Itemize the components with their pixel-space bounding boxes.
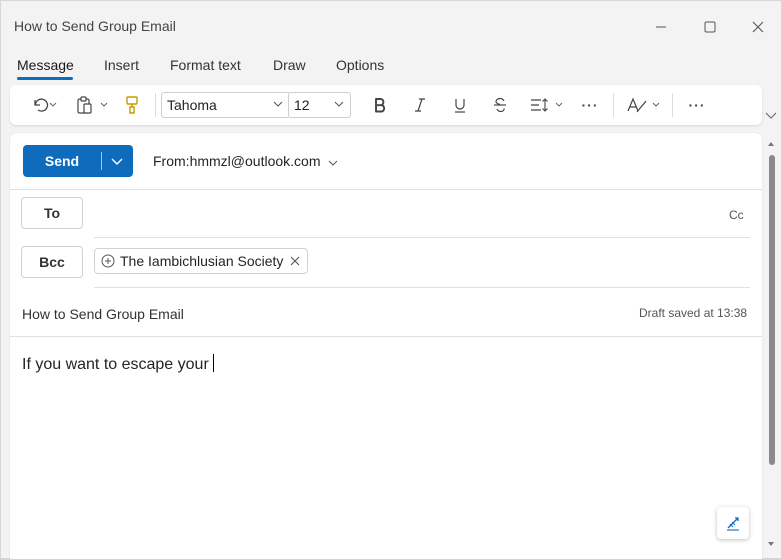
toolbar-separator	[613, 93, 614, 117]
more-commands-button[interactable]: ···	[684, 85, 710, 125]
scrollbar-thumb[interactable]	[769, 155, 775, 465]
chevron-down-icon[interactable]	[328, 158, 338, 168]
close-icon	[752, 21, 764, 33]
scroll-up-icon[interactable]	[766, 139, 776, 149]
from-selector[interactable]: From:hmmzl@outlook.com	[153, 153, 320, 169]
to-button[interactable]: To	[21, 197, 83, 229]
recipient-name: The Iambichlusian Society	[120, 253, 284, 269]
more-icon: ···	[688, 97, 706, 113]
send-split-divider	[101, 152, 102, 170]
subject-field[interactable]: How to Send Group Email	[22, 306, 184, 322]
maximize-button[interactable]	[698, 15, 722, 39]
tab-draw[interactable]: Draw	[273, 57, 306, 73]
chevron-down-icon	[334, 101, 344, 107]
styles-button[interactable]	[622, 85, 666, 125]
line-spacing-button[interactable]	[525, 85, 569, 125]
signature-icon	[727, 517, 739, 531]
tab-options[interactable]: Options	[336, 57, 384, 73]
compose-pane: Send From:hmmzl@outlook.com To Cc Bcc Th…	[10, 133, 762, 559]
bcc-button[interactable]: Bcc	[21, 246, 83, 278]
paste-icon	[77, 96, 108, 114]
scroll-down-icon[interactable]	[766, 539, 776, 549]
remove-icon[interactable]	[289, 255, 301, 267]
ribbon-tabs: Message Insert Format text Draw Options	[1, 51, 781, 81]
italic-icon	[415, 98, 425, 112]
chevron-down-icon[interactable]	[109, 153, 125, 169]
title-bar: How to Send Group Email	[1, 1, 781, 49]
undo-icon	[34, 98, 57, 112]
undo-button[interactable]	[24, 85, 64, 125]
font-family-value: Tahoma	[167, 97, 217, 113]
tab-format-text[interactable]: Format text	[170, 57, 241, 73]
strikethrough-icon	[494, 97, 506, 113]
more-icon: ···	[581, 97, 599, 113]
minimize-icon	[656, 26, 666, 28]
formatting-toolbar: Tahoma 12 ··· ···	[10, 85, 762, 125]
divider	[94, 287, 750, 288]
app-window: How to Send Group Email Message Insert F…	[0, 0, 782, 559]
font-size-value: 12	[294, 97, 310, 113]
maximize-icon	[704, 21, 716, 33]
divider	[10, 336, 762, 337]
divider	[10, 189, 762, 190]
toolbar-separator	[672, 93, 673, 117]
italic-button[interactable]	[407, 85, 433, 125]
message-body[interactable]: If you want to escape your	[22, 354, 214, 374]
chevron-down-icon	[273, 101, 283, 107]
from-address: hmmzl@outlook.com	[189, 153, 321, 169]
window-title: How to Send Group Email	[14, 18, 176, 34]
format-painter-button[interactable]	[120, 85, 144, 125]
from-label: From:	[153, 153, 190, 169]
cc-button[interactable]: Cc	[729, 208, 744, 222]
recipient-chip[interactable]: The Iambichlusian Society	[94, 248, 309, 274]
signature-button[interactable]	[717, 507, 749, 539]
close-button[interactable]	[746, 15, 770, 39]
add-contact-icon[interactable]	[101, 254, 115, 268]
font-size-select[interactable]: 12	[288, 92, 351, 118]
underline-button[interactable]	[447, 85, 473, 125]
styles-icon	[627, 97, 660, 113]
send-button[interactable]: Send	[23, 145, 133, 177]
draft-status: Draft saved at 13:38	[639, 306, 748, 320]
bold-icon	[375, 98, 386, 113]
tab-message[interactable]: Message	[17, 57, 74, 73]
bold-button[interactable]	[367, 85, 393, 125]
line-spacing-icon	[531, 98, 563, 112]
active-tab-indicator	[17, 77, 73, 80]
divider	[94, 237, 750, 238]
paste-button[interactable]	[72, 85, 112, 125]
minimize-button[interactable]	[649, 15, 673, 39]
more-options-button[interactable]: ···	[577, 85, 603, 125]
underline-icon	[455, 98, 465, 113]
format-painter-icon	[126, 96, 138, 114]
ribbon-expand-icon[interactable]	[764, 108, 778, 122]
strikethrough-button[interactable]	[487, 85, 513, 125]
message-body-text: If you want to escape your	[22, 356, 209, 373]
tab-insert[interactable]: Insert	[104, 57, 139, 73]
text-caret	[212, 354, 214, 372]
send-label: Send	[44, 153, 80, 169]
font-family-select[interactable]: Tahoma	[161, 92, 290, 118]
toolbar-separator	[155, 93, 156, 117]
